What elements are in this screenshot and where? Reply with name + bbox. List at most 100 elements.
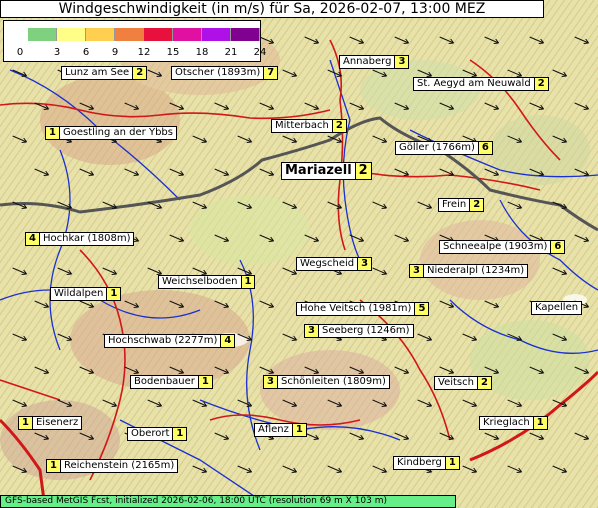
place-name: Mitterbach: [275, 120, 329, 131]
wind-speed-value: 1: [19, 417, 33, 429]
place-name: Seeberg (1246m): [321, 325, 410, 336]
colorbar-tick-label: 18: [195, 47, 209, 58]
colorbar-tick-label: 0: [16, 47, 24, 58]
place-name: Oberort: [131, 428, 170, 439]
place-label: Wegscheid 3: [296, 257, 373, 271]
place-label: Schneealpe (1903m) 6: [439, 240, 566, 254]
place-label: Hochschwab (2277m) 4: [104, 334, 236, 348]
place-name: Hohe Veitsch (1981m): [300, 303, 412, 314]
place-label: Ötscher (1893m) 7: [171, 66, 279, 80]
place-name: Frein: [442, 199, 467, 210]
wind-speed-value: 2: [132, 67, 147, 79]
wind-speed-value: 1: [47, 460, 61, 472]
place-label: Aflenz 1: [254, 423, 307, 437]
wind-speed-value: 3: [357, 258, 372, 270]
place-label: 4 Hochkar (1808m): [25, 232, 135, 246]
place-name: St. Aegyd am Neuwald: [417, 78, 531, 89]
colorbar-segment: [57, 28, 86, 41]
place-name: Annaberg: [343, 56, 392, 67]
wind-speed-value: 1: [106, 288, 121, 300]
wind-speed-value: 1: [240, 276, 255, 288]
wind-speed-value: 1: [532, 417, 547, 429]
place-label: 1 Goestling an der Ybbs: [45, 126, 177, 140]
wind-speed-value: 2: [469, 199, 484, 211]
place-label: Veitsch 2: [434, 376, 492, 390]
place-name: Schönleiten (1809m): [280, 376, 386, 387]
colorbar-segment: [231, 28, 260, 41]
place-name: Reichenstein (2165m): [63, 460, 175, 471]
colorbar-segment: [86, 28, 115, 41]
place-name: Wildalpen: [54, 288, 104, 299]
wind-speed-value: 3: [264, 376, 278, 388]
place-name: Niederalpl (1234m): [426, 265, 525, 276]
colorbar-tick-label: 6: [82, 47, 90, 58]
place-label: Lunz am See 2: [61, 66, 148, 80]
colorbar-segment: [202, 28, 231, 41]
colorbar-tick-label: 21: [224, 47, 238, 58]
place-name: Kapellen: [535, 302, 579, 313]
place-label: Oberort 1: [127, 427, 188, 441]
place-label: 1 Eisenerz: [18, 416, 83, 430]
place-name: Eisenerz: [35, 417, 79, 428]
place-name: Kindberg: [397, 457, 442, 468]
wind-speed-value: 2: [331, 120, 346, 132]
wind-speed-value: 3: [305, 325, 319, 337]
wind-speed-legend: 0 3 6 9 12 15 18 21 24: [3, 20, 266, 62]
wind-speed-value: 3: [394, 56, 409, 68]
place-label: Frein 2: [438, 198, 485, 212]
colorbar-tick-label: 15: [166, 47, 180, 58]
wind-speed-value: 7: [263, 67, 278, 79]
place-label: 1 Reichenstein (2165m): [46, 459, 179, 473]
place-name: Schneealpe (1903m): [443, 241, 548, 252]
wind-speed-value: 4: [26, 233, 40, 245]
place-name: Aflenz: [258, 424, 289, 435]
place-name: Weichselboden: [162, 276, 238, 287]
wind-speed-value: 5: [414, 303, 429, 315]
place-name: Göller (1766m): [399, 142, 475, 153]
wind-speed-value: 2: [533, 78, 548, 90]
place-label: Göller (1766m) 6: [395, 141, 493, 155]
colorbar-segment: [115, 28, 144, 41]
wind-speed-value: 2: [476, 377, 491, 389]
colorbar: [28, 28, 260, 41]
place-label: Mitterbach 2: [271, 119, 347, 133]
place-name: Mariazell: [285, 163, 352, 178]
place-name: Wegscheid: [300, 258, 355, 269]
place-label: 3 Seeberg (1246m): [304, 324, 414, 338]
colorbar-tick-label: 24: [253, 47, 267, 58]
place-label: Krieglach 1: [479, 416, 548, 430]
colorbar-segment: [173, 28, 202, 41]
place-label: Annaberg 3: [339, 55, 410, 69]
forecast-info-footer: GFS-based MetGIS Fcst, initialized 2026-…: [0, 495, 456, 508]
place-label: Wildalpen 1: [50, 287, 122, 301]
place-name: Bodenbauer: [134, 376, 195, 387]
place-name: Krieglach: [483, 417, 530, 428]
place-label: Hohe Veitsch (1981m) 5: [296, 302, 430, 316]
place-name: Lunz am See: [65, 67, 130, 78]
place-name: Veitsch: [438, 377, 474, 388]
colorbar-tick-label: 9: [111, 47, 119, 58]
colorbar-tick-label: 12: [137, 47, 151, 58]
wind-speed-value: 1: [197, 376, 212, 388]
colorbar-segment: [28, 28, 57, 41]
wind-speed-value: 4: [220, 335, 235, 347]
place-name: Hochkar (1808m): [42, 233, 131, 244]
wind-speed-value: 6: [477, 142, 492, 154]
wind-speed-value: 3: [410, 265, 424, 277]
colorbar-tick-label: 3: [53, 47, 61, 58]
place-name: Hochschwab (2277m): [108, 335, 218, 346]
place-name: Ötscher (1893m): [175, 67, 261, 78]
wind-speed-value: 6: [550, 241, 565, 253]
wind-speed-value: 2: [354, 163, 371, 179]
place-label: Kindberg 1: [393, 456, 460, 470]
place-label: 3 Niederalpl (1234m): [409, 264, 529, 278]
place-label: St. Aegyd am Neuwald 2: [413, 77, 549, 91]
place-label: Kapellen: [531, 301, 583, 315]
wind-speed-value: 1: [291, 424, 306, 436]
place-name: Goestling an der Ybbs: [62, 127, 173, 138]
place-label: Weichselboden 1: [158, 275, 256, 289]
place-label: 3 Schönleiten (1809m): [263, 375, 390, 389]
place-label: Bodenbauer 1: [130, 375, 213, 389]
wind-speed-value: 1: [172, 428, 187, 440]
wind-speed-value: 1: [444, 457, 459, 469]
